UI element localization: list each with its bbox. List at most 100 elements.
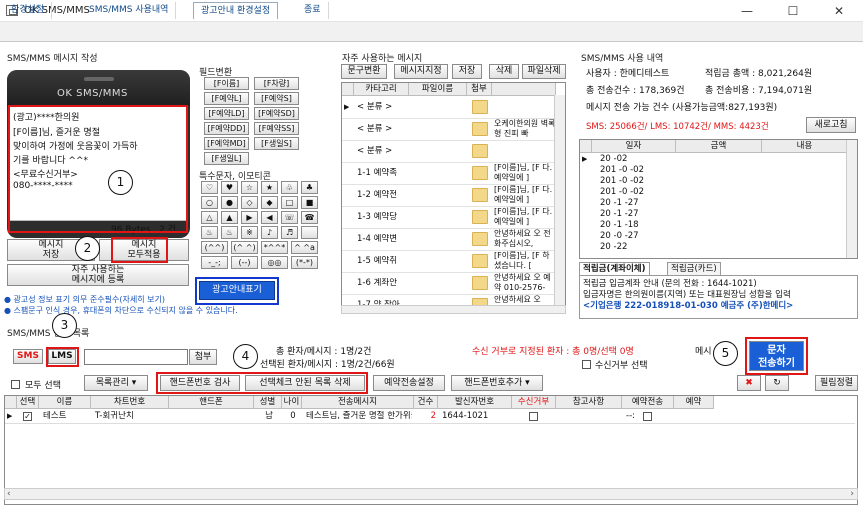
emoticon-button[interactable]: -_-; [201, 256, 228, 269]
frequent-scrollbar[interactable] [554, 95, 565, 311]
check-phone-button[interactable]: 핸드폰번호 검사 [160, 375, 240, 391]
attach-button[interactable]: 첨부 [189, 349, 217, 365]
emoticon-button[interactable]: ■ [301, 196, 318, 209]
send-message-button[interactable]: 문자 전송하기 [749, 341, 804, 371]
sort-button[interactable]: 필림정렬 [815, 375, 858, 391]
emoticon-button[interactable]: *^^* [261, 241, 288, 254]
field-button[interactable]: [F차량] [254, 77, 299, 90]
frequent-message-preview[interactable]: 안녕하세요 오 예약 010-2576- [494, 273, 556, 295]
emoticon-button[interactable]: ♣ [301, 181, 318, 194]
field-button[interactable]: [F예약SS] [254, 122, 299, 135]
frequent-hscroll[interactable] [341, 305, 566, 314]
emoticon-button[interactable]: ● [221, 196, 238, 209]
emoticon-button[interactable]: ♧ [281, 181, 298, 194]
close-button[interactable]: ✕ [816, 0, 862, 22]
frequent-save-button[interactable]: 저장 [452, 64, 482, 79]
usage-scrollbar[interactable] [846, 140, 857, 258]
column-name[interactable]: 이름 [39, 396, 91, 409]
message-assign-button[interactable]: 메시지지정 [394, 64, 448, 79]
reserve-checkbox[interactable] [643, 412, 652, 421]
usage-date[interactable]: 20 -1 -27 [600, 209, 670, 220]
usage-date[interactable]: 20 -0 -27 [600, 231, 670, 242]
folder-icon[interactable] [472, 232, 488, 246]
emoticon-button[interactable]: ◎◎ [261, 256, 288, 269]
emoticon-button[interactable]: ◆ [261, 196, 278, 209]
column-filename[interactable]: 파일이름 [409, 83, 467, 96]
column-phone[interactable]: 핸드폰 [169, 396, 254, 409]
list-manage-button[interactable]: 목록관리 ▾ [84, 375, 148, 391]
remove-icon[interactable]: ✖ [737, 375, 761, 391]
emoticon-button[interactable]: (*-*) [291, 256, 318, 269]
emoticon-button[interactable]: (^ ^) [231, 241, 258, 254]
tab-card-deposit[interactable]: 적립금(카드) [667, 262, 721, 276]
refuse-select-checkbox[interactable] [582, 360, 591, 369]
row-select-checkbox[interactable]: ✓ [23, 412, 32, 421]
emoticon-button[interactable]: ※ [241, 226, 258, 239]
menu-tab-usage[interactable]: SMS/MMS 사용내역 [82, 2, 177, 19]
frequent-delete-button[interactable]: 삭제 [489, 64, 519, 79]
field-button[interactable]: [F예약LD] [204, 107, 249, 120]
frequent-message-preview[interactable]: [F이름]님, [F 다. 예약일에 ] [494, 163, 556, 185]
emoticon-button[interactable]: ◇ [241, 196, 258, 209]
usage-date[interactable]: 201 -0 -02 [600, 176, 670, 187]
column-reserve-extra[interactable]: 예약 [674, 396, 714, 409]
notice-ad-info[interactable]: ● 광고성 정보 표기 의무 준수필수(자세히 보기) [4, 294, 165, 305]
maximize-button[interactable]: ☐ [770, 0, 816, 22]
frequent-message-preview[interactable] [494, 97, 556, 119]
frequent-message-preview[interactable]: 오케이한의원 벽록형 진피 빠 [494, 119, 556, 141]
emoticon-button[interactable]: ♪ [261, 226, 278, 239]
row-msg[interactable]: 테스트님, 즐거운 명절 한가위를 [306, 411, 412, 422]
frequent-category[interactable]: 1-3 예약당 [357, 212, 409, 223]
frequent-message-preview[interactable] [494, 141, 556, 163]
scroll-right-icon[interactable]: › [850, 489, 854, 499]
emoticon-button[interactable]: △ [201, 211, 218, 224]
field-button[interactable]: [F이름] [204, 77, 249, 90]
frequent-message-preview[interactable]: 안녕하세요 오 전화주십시오, [494, 229, 556, 251]
file-delete-button[interactable]: 파일삭제 [522, 64, 566, 79]
emoticon-button[interactable]: ○ [201, 196, 218, 209]
frequent-category[interactable]: < 분류 > [357, 102, 409, 113]
apply-all-button[interactable]: 메시지 모두적용 [99, 239, 189, 261]
emoticon-button[interactable]: ☎ [301, 211, 318, 224]
ad-notice-button[interactable]: 광고안내표기 [199, 281, 275, 300]
emoticon-button[interactable] [301, 226, 318, 239]
emoticon-button[interactable]: ♨ [221, 226, 238, 239]
emoticon-button[interactable]: (--) [231, 256, 258, 269]
emoticon-button[interactable]: ▶ [241, 211, 258, 224]
usage-date[interactable]: 201 -0 -02 [600, 187, 670, 198]
column-note[interactable]: 참고사항 [556, 396, 622, 409]
folder-icon[interactable] [472, 188, 488, 202]
column-gender[interactable]: 성별 [254, 396, 282, 409]
column-content[interactable]: 내용 [762, 140, 848, 153]
field-button[interactable]: [F예약L] [204, 92, 249, 105]
tab-account-deposit[interactable]: 적립금(계좌이체) [579, 262, 650, 276]
phrase-convert-button[interactable]: 문구변환 [341, 64, 387, 79]
emoticon-button[interactable]: ♡ [201, 181, 218, 194]
menu-tab-settings[interactable]: 환경설정 [4, 2, 53, 19]
folder-icon[interactable] [472, 100, 488, 114]
column-count[interactable]: 건수 [414, 396, 438, 409]
folder-icon[interactable] [472, 166, 488, 180]
emoticon-button[interactable]: (^^) [201, 241, 228, 254]
field-button[interactable]: [F예약DD] [204, 122, 249, 135]
folder-icon[interactable] [472, 122, 488, 136]
frequent-category[interactable]: 1-2 예약전 [357, 190, 409, 201]
emoticon-button[interactable]: ^ ^a [291, 241, 318, 254]
frequent-category[interactable]: < 분류 > [357, 146, 409, 157]
lms-button[interactable]: LMS [48, 349, 76, 364]
frequent-message-preview[interactable]: [F이름]님, [F 다. 예약일에 ] [494, 185, 556, 207]
delete-unchecked-button[interactable]: 선택체크 안된 목록 삭제 [245, 375, 365, 391]
column-category[interactable]: 카타고리 [354, 83, 409, 96]
emoticon-button[interactable]: ☆ [241, 181, 258, 194]
folder-icon[interactable] [472, 254, 488, 268]
usage-date[interactable]: 20 -22 [600, 242, 670, 253]
column-reserve[interactable]: 예약전송 [622, 396, 674, 409]
usage-date[interactable]: 20 -02 [600, 154, 670, 165]
column-select[interactable]: 선택 [17, 396, 39, 409]
frequent-category[interactable]: 1-6 계좌안 [357, 278, 409, 289]
emoticon-button[interactable]: ♨ [201, 226, 218, 239]
column-refuse[interactable]: 수신거부 [512, 396, 556, 409]
refresh-icon[interactable]: ↻ [765, 375, 789, 391]
send-list-hscroll[interactable]: ‹ › [4, 488, 858, 500]
menu-tab-exit[interactable]: 종료 [297, 2, 329, 19]
